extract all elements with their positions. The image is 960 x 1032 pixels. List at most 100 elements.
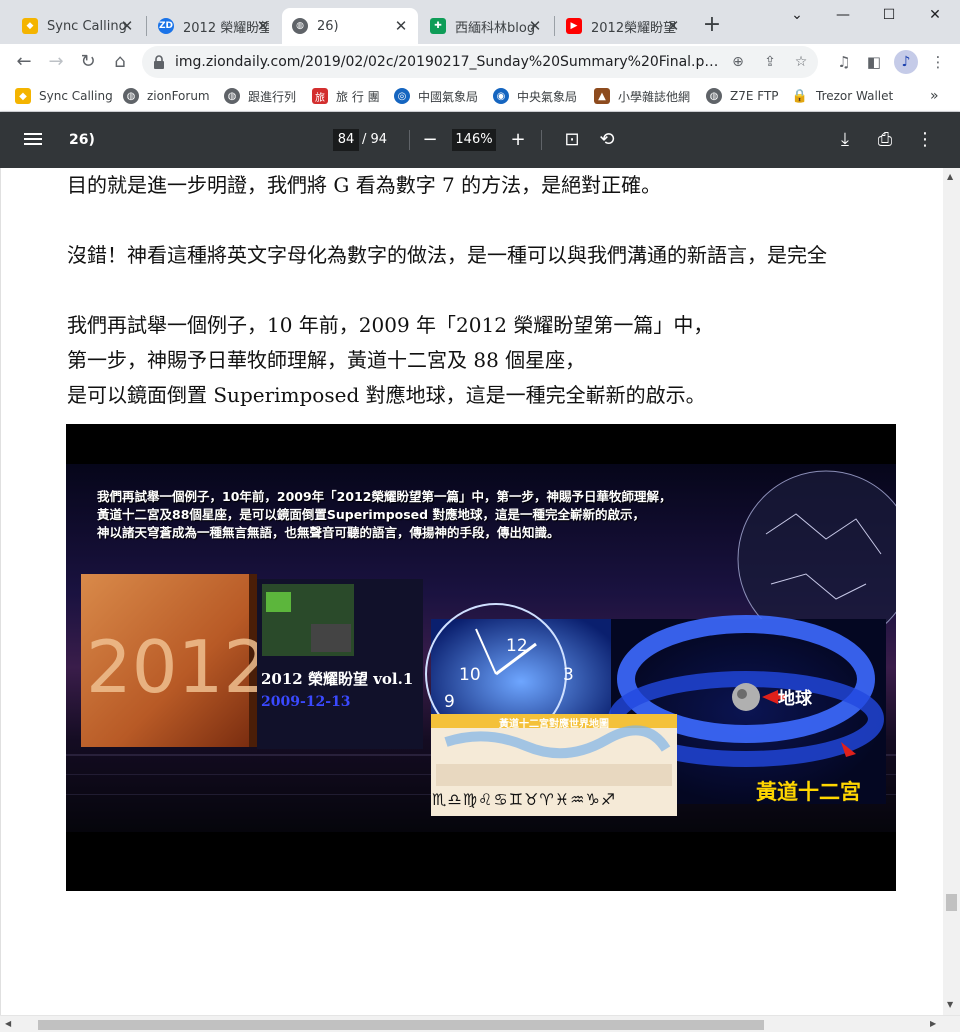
paragraph-text: 我們再試舉一個例子，10 年前，2009 年「2012 榮耀盼望第一篇」中， — [67, 313, 714, 337]
bookmark-travel[interactable]: 旅 旅 行 團 — [312, 84, 380, 108]
series-title: 2012 榮耀盼望 vol.1 — [261, 670, 414, 688]
zoom-in-icon[interactable]: + — [506, 128, 530, 152]
earth-label: 地球 — [778, 689, 812, 709]
back-arrow-icon[interactable]: ← — [10, 48, 38, 76]
bookmark-trezor[interactable]: 🔒 Trezor Wallet — [792, 84, 893, 108]
zodiac-symbols: ♏♎♍♌♋♊♉♈♓♒♑♐ — [432, 790, 617, 809]
bookmark-ftp[interactable]: ◍ Z7E FTP — [706, 84, 779, 108]
bookmark-star-icon[interactable]: ☆ — [789, 50, 813, 74]
bookmark-label: 小學雜誌他網 — [618, 89, 691, 104]
bookmark-label: 中國氣象局 — [418, 89, 479, 104]
zoom-level-input[interactable]: 146% — [452, 129, 496, 151]
paragraph-text: 是可以鏡面倒置 Superimposed 對應地球，這是一種完全嶄新的啟示。 — [67, 383, 706, 407]
horizontal-scroll-thumb[interactable] — [38, 1020, 764, 1030]
bookmark-magazine[interactable]: ▲ 小學雜誌他網 — [594, 84, 690, 108]
vertical-scroll-thumb[interactable] — [946, 894, 957, 911]
share-icon[interactable]: ⇪ — [758, 50, 782, 74]
slide-caption-line: 神以諸天穹蒼成為一種無言無語，也無聲音可聽的語言，傳揚神的手段，傳出知識。 — [97, 525, 560, 540]
tab-separator — [146, 16, 147, 36]
travel-icon: 旅 — [312, 88, 328, 104]
minimize-icon[interactable]: — — [820, 0, 866, 30]
pdf-viewer[interactable]: 目的就是進一步明證，我們將 G 看為數字 7 的方法，是絕對正確。 沒錯！神看這… — [0, 168, 943, 1015]
scroll-down-arrow-icon[interactable]: ▼ — [947, 1000, 953, 1009]
bookmarks-overflow-button[interactable]: » — [930, 84, 939, 108]
paragraph-text: 目的就是進一步明證，我們將 G 看為數字 7 的方法，是絕對正確。 — [67, 173, 662, 197]
globe-icon: ◍ — [224, 88, 240, 104]
toolbar-divider — [541, 130, 542, 150]
maximize-icon[interactable]: ☐ — [866, 0, 912, 30]
close-tab-icon[interactable]: ✕ — [254, 17, 272, 35]
globe-icon: ◍ — [706, 88, 722, 104]
new-tab-button[interactable]: + — [700, 13, 724, 37]
bookmark-label: Trezor Wallet — [816, 89, 894, 103]
bookmark-follow-up[interactable]: ◍ 跟進行列 — [224, 84, 296, 108]
zodiac-label: 黃道十二宮 — [756, 780, 861, 804]
zoom-out-icon[interactable]: − — [418, 128, 442, 152]
weather-icon: ◎ — [394, 88, 410, 104]
bookmark-central-weather[interactable]: ◉ 中央氣象局 — [493, 84, 577, 108]
media-control-icon[interactable]: ♫ — [832, 50, 856, 74]
tab-title: 26) — [317, 18, 339, 34]
close-tab-icon[interactable]: ✕ — [392, 17, 410, 35]
vertical-scrollbar[interactable]: ▲ ▼ — [943, 168, 960, 1015]
globe-favicon-icon: ◍ — [292, 18, 308, 34]
side-panel-icon[interactable]: ◧ — [862, 50, 886, 74]
hamburger-menu-icon[interactable] — [24, 130, 44, 150]
reload-icon[interactable]: ↻ — [74, 48, 102, 76]
clock-number: 9 — [444, 692, 455, 712]
tab-blog[interactable]: ✚ 西緬科林blog ✕ — [420, 8, 552, 44]
tab-search-icon[interactable]: ⌄ — [774, 0, 820, 30]
pdf-more-icon[interactable]: ⋮ — [913, 128, 937, 152]
clock-number: 12 — [506, 636, 528, 656]
clock-number: 10 — [459, 665, 481, 685]
page-separator: / — [362, 132, 367, 147]
slide-image: 2012 我們再試舉一個例子，10年前，2009年「2012榮耀盼望第一篇」中，… — [66, 424, 896, 891]
blog-favicon-icon: ✚ — [430, 18, 446, 34]
url-text[interactable]: img.ziondaily.com/2019/02/02c/20190217_S… — [175, 46, 720, 78]
youtube-favicon-icon: ▶ — [566, 18, 582, 34]
bookmark-label: zionForum — [147, 89, 210, 103]
bookmark-china-weather[interactable]: ◎ 中國氣象局 — [394, 84, 478, 108]
tab-sync-calling[interactable]: ◆ Sync Calling ✕ — [12, 8, 144, 44]
tab-2012-glory[interactable]: ZD 2012 榮耀盼望 ✕ — [148, 8, 280, 44]
lock-icon — [154, 55, 164, 69]
forward-arrow-icon[interactable]: → — [42, 48, 70, 76]
horizontal-scrollbar[interactable]: ◀ ▶ — [0, 1015, 960, 1032]
print-icon[interactable]: ⎙ — [873, 128, 897, 152]
tab-youtube[interactable]: ▶ 2012榮耀盼望 ✕ — [556, 8, 690, 44]
close-tab-icon[interactable]: ✕ — [118, 17, 136, 35]
fit-page-icon[interactable]: ⊡ — [560, 128, 584, 152]
bookmarks-bar: ◆ Sync Calling ◍ zionForum ◍ 跟進行列 旅 旅 行 … — [0, 80, 960, 112]
bookmark-label: Sync Calling — [39, 89, 113, 103]
paragraph-text: 沒錯！神看這種將英文字母化為數字的做法，是一種可以與我們溝通的新語言，是完全 — [67, 243, 827, 267]
download-icon[interactable]: ⤓ — [833, 128, 857, 152]
slide-caption-line: 我們再試舉一個例子，10年前，2009年「2012榮耀盼望第一篇」中，第一步，神… — [97, 489, 672, 504]
close-tab-icon[interactable]: ✕ — [526, 17, 544, 35]
magazine-icon: ▲ — [594, 88, 610, 104]
address-bar[interactable]: img.ziondaily.com/2019/02/02c/20190217_S… — [142, 46, 818, 78]
bookmark-sync-calling[interactable]: ◆ Sync Calling — [15, 84, 113, 108]
bookmark-zionforum[interactable]: ◍ zionForum — [123, 84, 210, 108]
sync-calling-favicon-icon: ◆ — [22, 18, 38, 34]
scroll-right-arrow-icon[interactable]: ▶ — [930, 1019, 936, 1028]
bookmark-label: 跟進行列 — [248, 89, 297, 104]
page-number-input[interactable]: 84 — [333, 129, 359, 151]
more-menu-icon[interactable]: ⋮ — [926, 50, 950, 74]
map-title: 黃道十二宮對應世界地圖 — [499, 719, 609, 730]
zoom-icon[interactable]: ⊕ — [726, 50, 750, 74]
home-icon[interactable]: ⌂ — [106, 48, 134, 76]
profile-avatar[interactable]: ♪ — [894, 50, 918, 74]
tab-pdf-active[interactable]: ◍ 26) ✕ — [282, 8, 418, 44]
rotate-icon[interactable]: ⟲ — [595, 128, 619, 152]
close-tab-icon[interactable]: ✕ — [664, 17, 682, 35]
bookmark-label: Z7E FTP — [730, 89, 779, 103]
series-date: 2009-12-13 — [261, 694, 351, 710]
globe-icon: ◍ — [123, 88, 139, 104]
lock-icon: 🔒 — [791, 88, 809, 104]
weather-icon: ◉ — [493, 88, 509, 104]
page-total-value: 94 — [370, 132, 388, 147]
scroll-up-arrow-icon[interactable]: ▲ — [947, 172, 953, 181]
paragraph-text: 第一步，神賜予日華牧師理解，黃道十二宮及 88 個星座， — [67, 348, 586, 372]
close-window-icon[interactable]: ✕ — [912, 0, 958, 30]
scroll-left-arrow-icon[interactable]: ◀ — [5, 1019, 11, 1028]
